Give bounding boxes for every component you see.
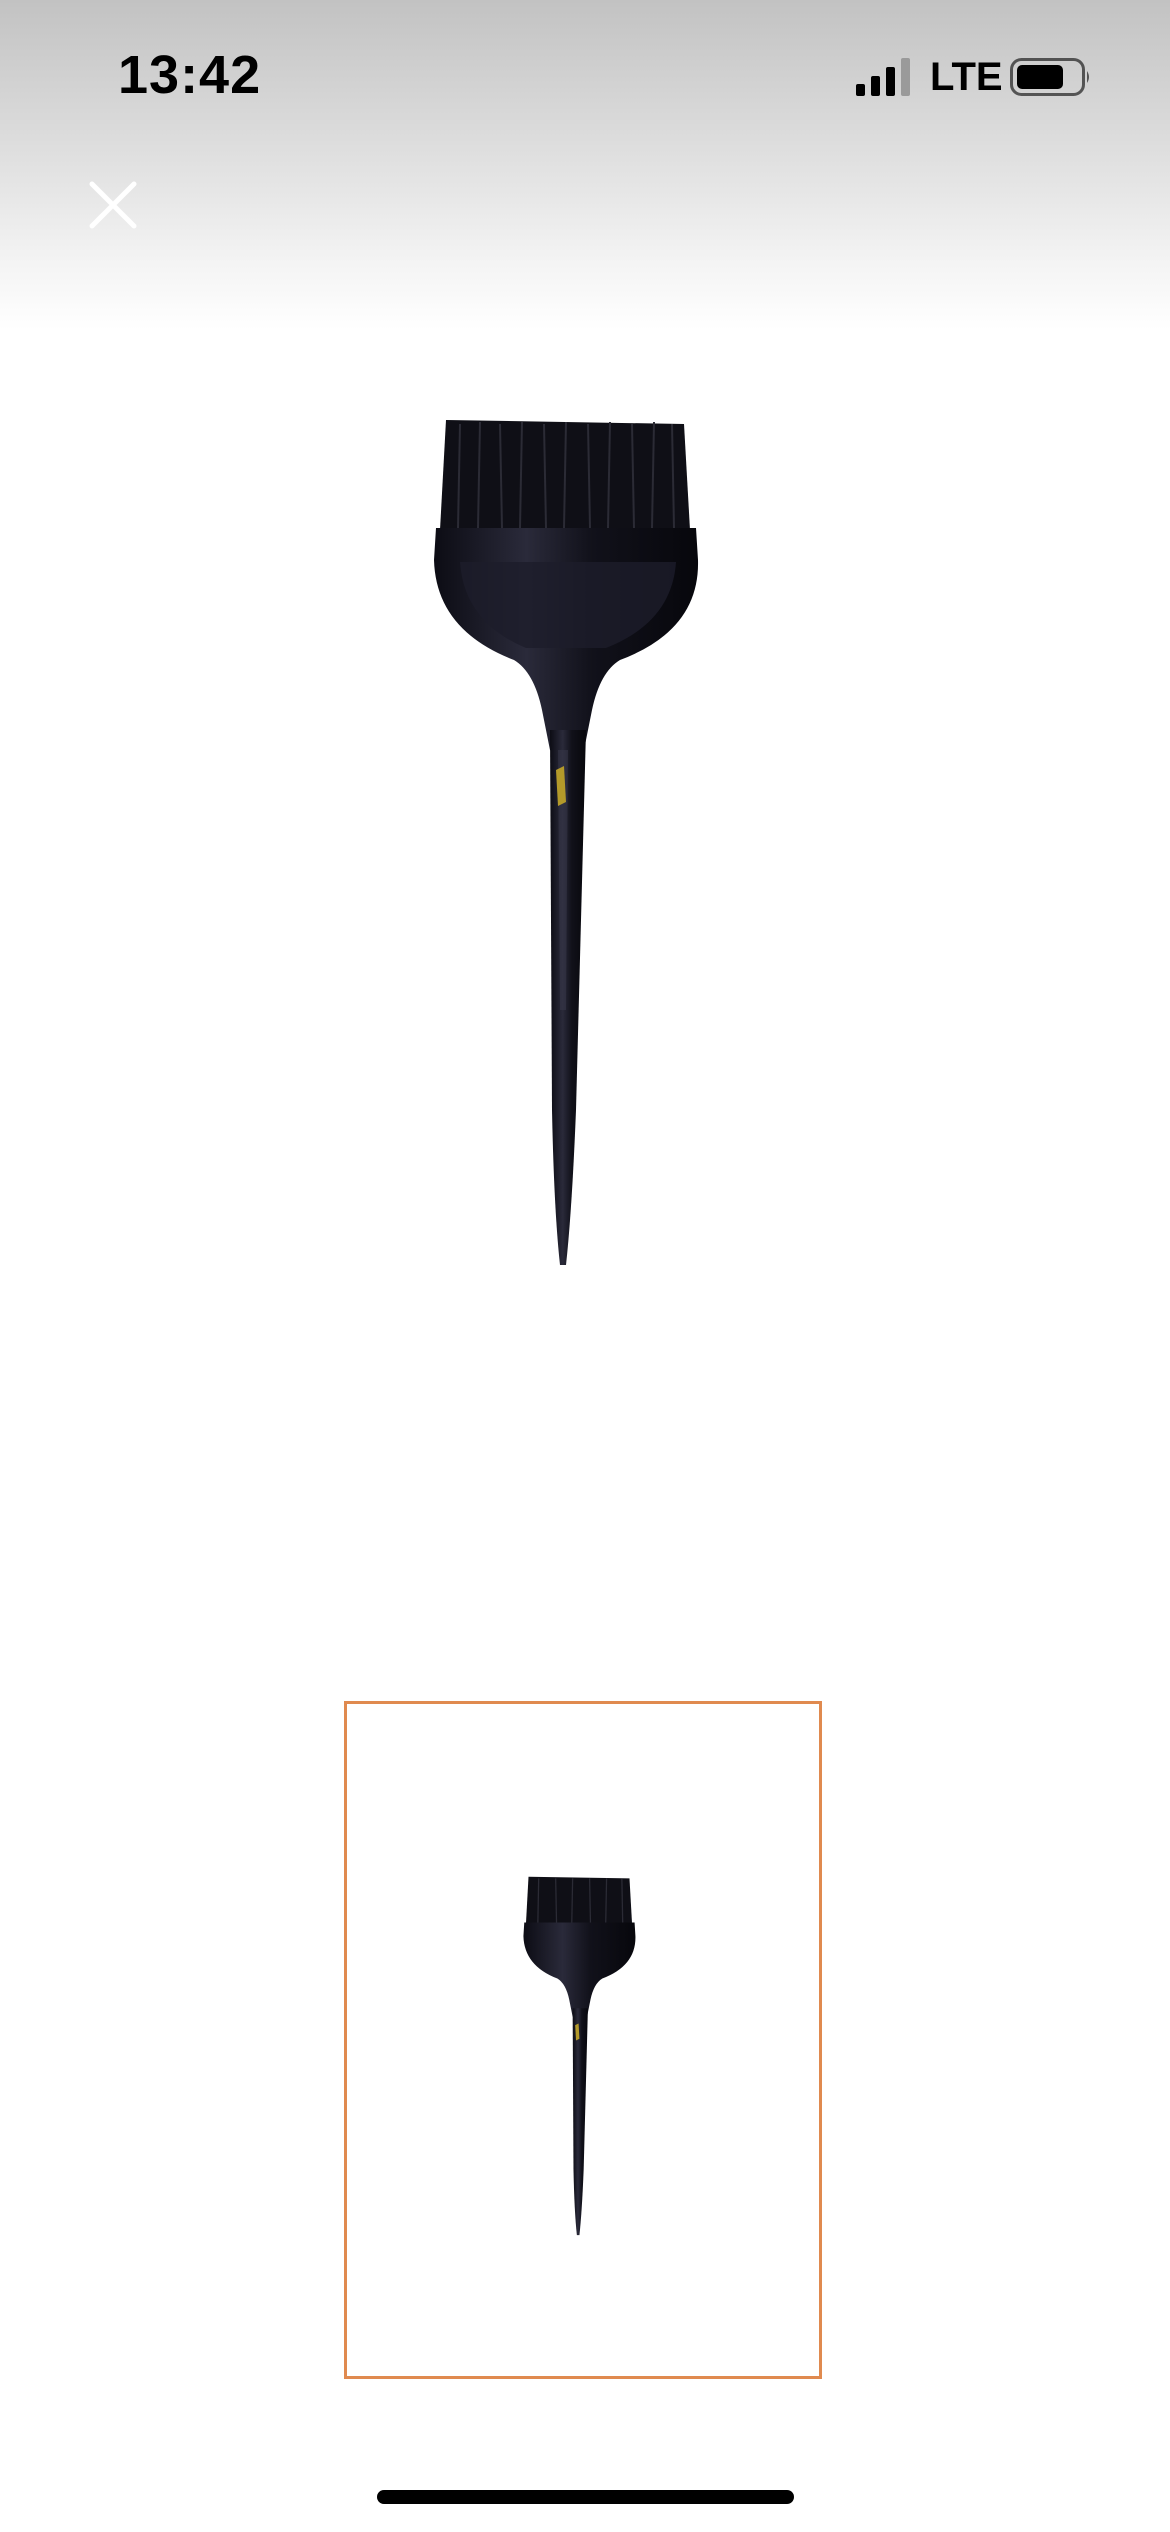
thumbnail-item[interactable] xyxy=(344,1701,822,2379)
signal-bars-icon xyxy=(856,58,910,96)
home-indicator xyxy=(377,2490,794,2504)
network-type-label: LTE xyxy=(930,55,1003,99)
tint-brush-thumbnail-image xyxy=(523,1876,636,2236)
status-bar: 13:42 LTE xyxy=(0,0,1170,150)
close-button[interactable] xyxy=(78,170,148,240)
status-time: 13:42 xyxy=(118,45,262,105)
battery-icon xyxy=(1010,58,1089,96)
close-icon xyxy=(89,181,137,229)
tint-brush-image xyxy=(434,420,699,1265)
